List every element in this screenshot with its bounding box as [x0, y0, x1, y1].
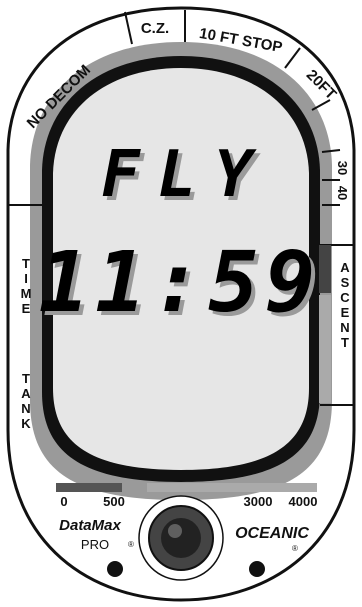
time-letter: I	[24, 271, 28, 286]
tank-side-label: T A N K	[21, 371, 31, 431]
cz-label: C.Z.	[141, 20, 169, 37]
ascent-side-label: A S C E N T	[340, 260, 350, 350]
left-contact-dot	[107, 561, 123, 577]
ascent-letter: S	[341, 275, 350, 290]
right-contact-dot	[249, 561, 265, 577]
mode-readout: FLY	[101, 138, 271, 212]
time-letter: M	[21, 286, 32, 301]
time-readout: 11:59	[39, 233, 322, 331]
tank-letter: A	[21, 386, 31, 401]
maker-reg-mark: ®	[292, 544, 298, 553]
ascent-letter: E	[341, 305, 350, 320]
time-letter: E	[22, 301, 31, 316]
ascent-letter: N	[340, 320, 349, 335]
depth-40-label: 40	[335, 186, 350, 200]
mode-button-cap	[161, 518, 201, 558]
product-reg-mark: ®	[128, 540, 134, 549]
time-letter: T	[22, 256, 30, 271]
tank-bar-high	[147, 483, 317, 492]
product-sub: PRO	[81, 537, 109, 552]
tank-letter: T	[22, 371, 30, 386]
tank-scale-4000: 4000	[289, 494, 318, 509]
maker-logo: OCEANIC	[235, 525, 309, 542]
ascent-letter: A	[340, 260, 350, 275]
tank-letter: N	[21, 401, 30, 416]
dive-computer-face: C.Z. 10 FT STOP 20FT 30 40 NO DECOM T I …	[6, 6, 356, 602]
tank-letter: K	[21, 416, 31, 431]
ascent-letter: T	[341, 335, 349, 350]
ascent-letter: C	[340, 290, 350, 305]
tank-scale-500: 500	[103, 494, 125, 509]
tank-bar-low	[56, 483, 122, 492]
product-name: DataMax	[59, 517, 121, 534]
depth-30-label: 30	[335, 161, 350, 175]
time-side-label: T I M E	[21, 256, 32, 316]
tank-scale-0: 0	[60, 494, 67, 509]
mode-button-highlight	[168, 524, 182, 538]
tank-scale-3000: 3000	[244, 494, 273, 509]
